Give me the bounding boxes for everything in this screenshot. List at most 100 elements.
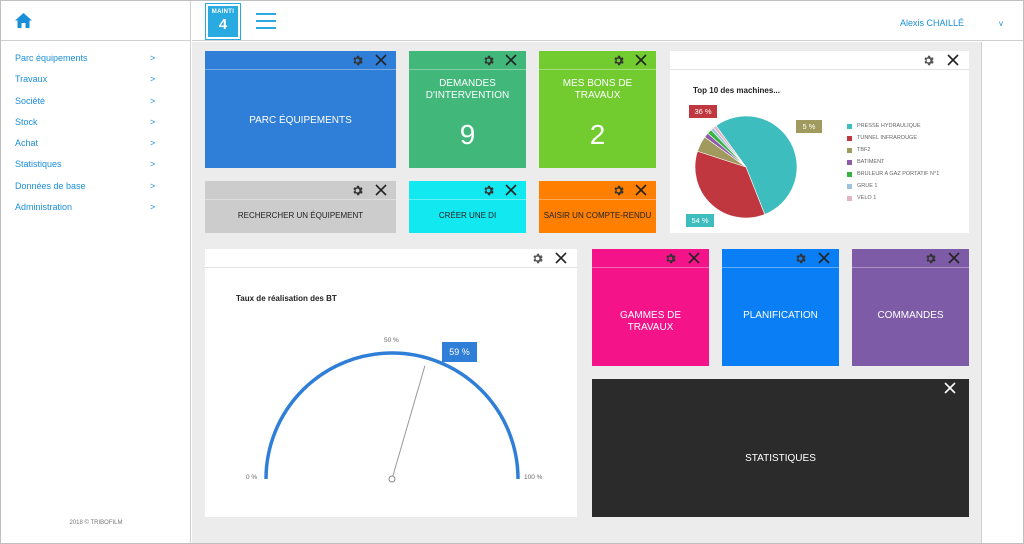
legend-swatch [847, 136, 852, 141]
chevron-right-icon: > [150, 95, 156, 106]
gauge-value-label: 59 % [442, 342, 477, 362]
logo[interactable]: MAINTI 4 [206, 4, 240, 39]
close-icon[interactable] [505, 54, 517, 66]
legend-swatch [847, 196, 852, 201]
tile-label: GAMMES DE TRAVAUX [619, 310, 682, 333]
chevron-right-icon: > [150, 138, 156, 149]
chevron-right-icon: > [150, 53, 156, 63]
tile-rechercher-equipement[interactable]: RECHERCHER UN ÉQUIPEMENT [205, 181, 396, 233]
sidebar-item-societe[interactable]: Société > [1, 94, 191, 115]
chevron-right-icon: > [150, 159, 156, 170]
tile-toolbar [592, 249, 709, 268]
gear-icon[interactable] [351, 54, 364, 67]
close-icon[interactable] [947, 54, 959, 66]
legend-label: TUNNEL INFRAROUGE [857, 135, 917, 141]
tile-toolbar [539, 51, 656, 70]
sidebar-item-donnees-de-base[interactable]: Données de base > [1, 179, 191, 200]
sidebar-item-label: Société [15, 95, 46, 106]
tile-commandes[interactable]: COMMANDES [852, 249, 969, 366]
legend-label: BRULEUR A GAZ PORTATIF N°1 [857, 171, 940, 177]
sidebar-item-parc-equipements[interactable]: Parc équipements > [1, 51, 191, 72]
tile-creer-di[interactable]: CRÉER UNE DI [409, 181, 526, 233]
chevron-right-icon: > [150, 116, 156, 127]
chevron-right-icon: > [150, 74, 156, 85]
sidebar-menu: Parc équipements > Travaux > Société > Stoc… [1, 51, 191, 221]
close-icon[interactable] [505, 184, 517, 196]
legend-item[interactable]: TUNNEL INFRAROUGE [847, 135, 917, 141]
sidebar-item-stock[interactable]: Stock > [1, 115, 191, 136]
user-name[interactable]: Alexis CHAILLÉ [900, 18, 964, 28]
sidebar-item-administration[interactable]: Administration > [1, 200, 191, 221]
close-icon[interactable] [635, 184, 647, 196]
close-icon[interactable] [944, 382, 956, 394]
legend-item[interactable]: GRUE 1 [847, 183, 877, 189]
legend-item[interactable]: PRESSE HYDRAULIQUE [847, 123, 921, 129]
tile-mes-bons-de-travaux[interactable]: MES BONS DE TRAVAUX 2 [539, 51, 656, 168]
close-icon[interactable] [375, 184, 387, 196]
tile-count: 9 [459, 119, 476, 150]
legend-item[interactable]: BATIMENT [847, 159, 884, 165]
tile-toolbar [592, 379, 969, 398]
gauge-arc [264, 351, 520, 480]
sidebar-item-label: Stock [15, 116, 38, 127]
gauge-chart [264, 351, 520, 483]
gear-icon[interactable] [664, 252, 677, 265]
gear-icon[interactable] [612, 54, 625, 67]
legend-item[interactable]: TBF2 [847, 147, 871, 153]
tile-label: CRÉER UNE DI [438, 211, 497, 220]
legend-label: TBF2 [857, 147, 871, 153]
sidebar-item-travaux[interactable]: Travaux > [1, 72, 191, 93]
chevron-right-icon: > [150, 180, 156, 191]
tile-toolbar [409, 51, 526, 70]
gear-icon[interactable] [482, 184, 495, 197]
chart-title: Top 10 des machines... [693, 86, 780, 95]
close-icon[interactable] [818, 252, 830, 264]
chevron-right-icon: > [150, 202, 156, 213]
user-menu-chevron-icon[interactable]: v [999, 19, 1003, 28]
panel-taux-realisation: Taux de réalisation des BT 0 % 50 % 100 % 5… [205, 249, 577, 517]
tile-parc-equipements[interactable]: PARC ÉQUIPEMENTS [205, 51, 396, 168]
close-icon[interactable] [635, 54, 647, 66]
sidebar-item-label: Administration [15, 202, 73, 213]
pie-chart [694, 115, 798, 219]
tile-toolbar [205, 51, 396, 70]
gear-icon[interactable] [922, 54, 935, 67]
close-icon[interactable] [688, 252, 700, 264]
tile-saisir-compte-rendu[interactable]: SAISIR UN COMPTE-RENDU [539, 181, 656, 233]
tile-label: PARC ÉQUIPEMENTS [249, 115, 352, 126]
legend-item[interactable]: VELO 1 [847, 195, 877, 201]
tile-label: PLANIFICATION [743, 310, 818, 321]
tile-gammes-de-travaux[interactable]: GAMMES DE TRAVAUX [592, 249, 709, 366]
tile-label: COMMANDES [877, 310, 944, 321]
home-button[interactable] [1, 1, 191, 41]
legend-swatch [847, 184, 852, 189]
home-icon [15, 13, 32, 28]
gauge-pivot [388, 475, 396, 483]
gear-icon[interactable] [351, 184, 364, 197]
gear-icon[interactable] [924, 252, 937, 265]
sidebar-item-achat[interactable]: Achat > [1, 136, 191, 157]
right-gutter [981, 42, 1023, 543]
pie-data-label: 36 % [689, 105, 717, 118]
close-icon[interactable] [948, 252, 960, 264]
gauge-tick-label: 0 % [246, 474, 258, 481]
sidebar-item-label: Achat [15, 138, 39, 149]
legend-item[interactable]: BRULEUR A GAZ PORTATIF N°1 [847, 171, 940, 177]
gear-icon[interactable] [794, 252, 807, 265]
close-icon[interactable] [375, 54, 387, 66]
tile-demandes-intervention[interactable]: DEMANDES D'INTERVENTION 9 [409, 51, 526, 168]
sidebar-item-statistiques[interactable]: Statistiques > [1, 157, 191, 178]
tile-statistiques[interactable]: STATISTIQUES [592, 379, 969, 517]
legend-label: VELO 1 [857, 195, 877, 201]
tile-toolbar [539, 181, 656, 200]
hamburger-menu-icon[interactable] [256, 13, 276, 29]
logo-number: 4 [218, 16, 228, 33]
tile-planification[interactable]: PLANIFICATION [722, 249, 839, 366]
pie-data-label: 5 % [796, 120, 822, 133]
tile-toolbar [409, 181, 526, 200]
legend-swatch [847, 148, 852, 153]
sidebar-item-label: Travaux [15, 74, 48, 85]
gear-icon[interactable] [482, 54, 495, 67]
tile-count: 2 [589, 119, 606, 150]
gear-icon[interactable] [612, 184, 625, 197]
